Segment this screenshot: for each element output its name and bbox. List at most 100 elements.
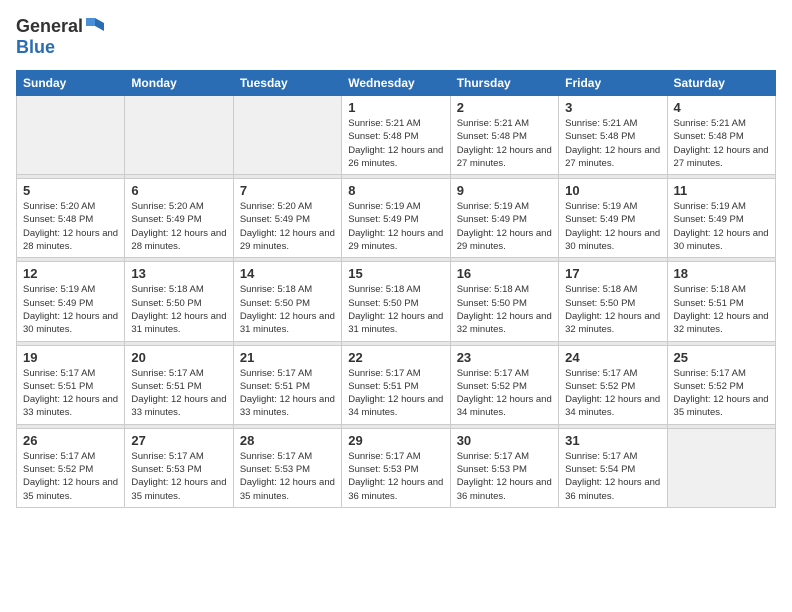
day-info: Sunrise: 5:17 AMSunset: 5:52 PMDaylight:… bbox=[457, 367, 552, 420]
calendar-cell: 26 Sunrise: 5:17 AMSunset: 5:52 PMDayligh… bbox=[17, 428, 125, 507]
day-number: 9 bbox=[457, 183, 552, 198]
calendar-cell: 21 Sunrise: 5:17 AMSunset: 5:51 PMDayligh… bbox=[233, 345, 341, 424]
day-info: Sunrise: 5:18 AMSunset: 5:50 PMDaylight:… bbox=[457, 283, 552, 336]
day-info: Sunrise: 5:17 AMSunset: 5:51 PMDaylight:… bbox=[348, 367, 443, 420]
day-number: 16 bbox=[457, 266, 552, 281]
calendar-cell: 7Sunrise: 5:20 AMSunset: 5:49 PMDaylight… bbox=[233, 179, 341, 258]
header-row: SundayMondayTuesdayWednesdayThursdayFrid… bbox=[17, 71, 776, 96]
header: General Blue bbox=[16, 16, 776, 58]
logo-blue-text: Blue bbox=[16, 37, 55, 58]
day-number: 27 bbox=[131, 433, 226, 448]
day-header-sunday: Sunday bbox=[17, 71, 125, 96]
day-number: 30 bbox=[457, 433, 552, 448]
calendar-cell: 2 Sunrise: 5:21 AMSunset: 5:48 PMDaylight… bbox=[450, 96, 558, 175]
day-info: Sunrise: 5:20 AMSunset: 5:49 PMDaylight:… bbox=[131, 200, 226, 253]
calendar-cell: 6Sunrise: 5:20 AMSunset: 5:49 PMDaylight… bbox=[125, 179, 233, 258]
day-header-thursday: Thursday bbox=[450, 71, 558, 96]
day-info: Sunrise: 5:17 AMSunset: 5:51 PMDaylight:… bbox=[240, 367, 335, 420]
calendar-cell: 1 Sunrise: 5:21 AMSunset: 5:48 PMDaylight… bbox=[342, 96, 450, 175]
calendar-cell: 4 Sunrise: 5:21 AMSunset: 5:48 PMDaylight… bbox=[667, 96, 775, 175]
calendar-cell: 28Sunrise: 5:17 AMSunset: 5:53 PMDayligh… bbox=[233, 428, 341, 507]
calendar-cell: 23 Sunrise: 5:17 AMSunset: 5:52 PMDayligh… bbox=[450, 345, 558, 424]
calendar-cell: 17 Sunrise: 5:18 AMSunset: 5:50 PMDayligh… bbox=[559, 262, 667, 341]
day-number: 1 bbox=[348, 100, 443, 115]
day-info: Sunrise: 5:21 AMSunset: 5:48 PMDaylight:… bbox=[457, 117, 552, 170]
calendar-page: General Blue SundayMondayTuesdayWednesda… bbox=[0, 0, 792, 612]
day-info: Sunrise: 5:17 AMSunset: 5:53 PMDaylight:… bbox=[348, 450, 443, 503]
day-info: Sunrise: 5:17 AMSunset: 5:52 PMDaylight:… bbox=[23, 450, 118, 503]
day-info: Sunrise: 5:19 AMSunset: 5:49 PMDaylight:… bbox=[565, 200, 660, 253]
calendar-cell: 29 Sunrise: 5:17 AMSunset: 5:53 PMDayligh… bbox=[342, 428, 450, 507]
calendar-cell: 20 Sunrise: 5:17 AMSunset: 5:51 PMDayligh… bbox=[125, 345, 233, 424]
day-info: Sunrise: 5:17 AMSunset: 5:53 PMDaylight:… bbox=[131, 450, 226, 503]
day-info: Sunrise: 5:20 AMSunset: 5:48 PMDaylight:… bbox=[23, 200, 118, 253]
day-number: 11 bbox=[674, 183, 769, 198]
day-header-tuesday: Tuesday bbox=[233, 71, 341, 96]
day-header-wednesday: Wednesday bbox=[342, 71, 450, 96]
logo-flag-icon bbox=[85, 17, 105, 37]
week-row-1: 1 Sunrise: 5:21 AMSunset: 5:48 PMDaylight… bbox=[17, 96, 776, 175]
calendar-cell: 31 Sunrise: 5:17 AMSunset: 5:54 PMDayligh… bbox=[559, 428, 667, 507]
calendar-cell: 11 Sunrise: 5:19 AMSunset: 5:49 PMDayligh… bbox=[667, 179, 775, 258]
day-info: Sunrise: 5:18 AMSunset: 5:50 PMDaylight:… bbox=[565, 283, 660, 336]
week-row-5: 26 Sunrise: 5:17 AMSunset: 5:52 PMDayligh… bbox=[17, 428, 776, 507]
week-row-4: 19Sunrise: 5:17 AMSunset: 5:51 PMDayligh… bbox=[17, 345, 776, 424]
day-info: Sunrise: 5:17 AMSunset: 5:54 PMDaylight:… bbox=[565, 450, 660, 503]
day-number: 29 bbox=[348, 433, 443, 448]
calendar-cell: 27 Sunrise: 5:17 AMSunset: 5:53 PMDayligh… bbox=[125, 428, 233, 507]
day-number: 3 bbox=[565, 100, 660, 115]
calendar-cell: 18Sunrise: 5:18 AMSunset: 5:51 PMDayligh… bbox=[667, 262, 775, 341]
calendar-cell: 19Sunrise: 5:17 AMSunset: 5:51 PMDayligh… bbox=[17, 345, 125, 424]
day-number: 13 bbox=[131, 266, 226, 281]
calendar-cell: 14Sunrise: 5:18 AMSunset: 5:50 PMDayligh… bbox=[233, 262, 341, 341]
day-info: Sunrise: 5:19 AMSunset: 5:49 PMDaylight:… bbox=[457, 200, 552, 253]
day-info: Sunrise: 5:19 AMSunset: 5:49 PMDaylight:… bbox=[23, 283, 118, 336]
day-info: Sunrise: 5:17 AMSunset: 5:52 PMDaylight:… bbox=[565, 367, 660, 420]
day-number: 4 bbox=[674, 100, 769, 115]
day-number: 5 bbox=[23, 183, 118, 198]
calendar-cell: 22Sunrise: 5:17 AMSunset: 5:51 PMDayligh… bbox=[342, 345, 450, 424]
day-number: 20 bbox=[131, 350, 226, 365]
calendar-cell: 15 Sunrise: 5:18 AMSunset: 5:50 PMDayligh… bbox=[342, 262, 450, 341]
day-number: 31 bbox=[565, 433, 660, 448]
calendar-cell: 12 Sunrise: 5:19 AMSunset: 5:49 PMDayligh… bbox=[17, 262, 125, 341]
week-row-2: 5 Sunrise: 5:20 AMSunset: 5:48 PMDaylight… bbox=[17, 179, 776, 258]
day-info: Sunrise: 5:18 AMSunset: 5:50 PMDaylight:… bbox=[348, 283, 443, 336]
day-number: 21 bbox=[240, 350, 335, 365]
day-number: 15 bbox=[348, 266, 443, 281]
calendar-cell: 30 Sunrise: 5:17 AMSunset: 5:53 PMDayligh… bbox=[450, 428, 558, 507]
day-info: Sunrise: 5:18 AMSunset: 5:51 PMDaylight:… bbox=[674, 283, 769, 336]
day-number: 10 bbox=[565, 183, 660, 198]
day-number: 26 bbox=[23, 433, 118, 448]
week-row-3: 12 Sunrise: 5:19 AMSunset: 5:49 PMDayligh… bbox=[17, 262, 776, 341]
calendar-cell: 13Sunrise: 5:18 AMSunset: 5:50 PMDayligh… bbox=[125, 262, 233, 341]
day-info: Sunrise: 5:17 AMSunset: 5:51 PMDaylight:… bbox=[23, 367, 118, 420]
day-info: Sunrise: 5:19 AMSunset: 5:49 PMDaylight:… bbox=[674, 200, 769, 253]
day-info: Sunrise: 5:18 AMSunset: 5:50 PMDaylight:… bbox=[240, 283, 335, 336]
calendar-cell bbox=[667, 428, 775, 507]
calendar-cell: 24 Sunrise: 5:17 AMSunset: 5:52 PMDayligh… bbox=[559, 345, 667, 424]
logo-general-text: General bbox=[16, 16, 83, 37]
calendar-cell: 10 Sunrise: 5:19 AMSunset: 5:49 PMDayligh… bbox=[559, 179, 667, 258]
day-info: Sunrise: 5:21 AMSunset: 5:48 PMDaylight:… bbox=[674, 117, 769, 170]
day-header-saturday: Saturday bbox=[667, 71, 775, 96]
day-info: Sunrise: 5:19 AMSunset: 5:49 PMDaylight:… bbox=[348, 200, 443, 253]
day-number: 8 bbox=[348, 183, 443, 198]
day-header-monday: Monday bbox=[125, 71, 233, 96]
day-number: 7 bbox=[240, 183, 335, 198]
calendar-cell: 25Sunrise: 5:17 AMSunset: 5:52 PMDayligh… bbox=[667, 345, 775, 424]
day-number: 24 bbox=[565, 350, 660, 365]
day-number: 12 bbox=[23, 266, 118, 281]
logo: General Blue bbox=[16, 16, 105, 58]
calendar-cell: 9 Sunrise: 5:19 AMSunset: 5:49 PMDaylight… bbox=[450, 179, 558, 258]
day-number: 2 bbox=[457, 100, 552, 115]
day-info: Sunrise: 5:17 AMSunset: 5:51 PMDaylight:… bbox=[131, 367, 226, 420]
day-info: Sunrise: 5:17 AMSunset: 5:53 PMDaylight:… bbox=[457, 450, 552, 503]
calendar-cell bbox=[17, 96, 125, 175]
calendar-table: SundayMondayTuesdayWednesdayThursdayFrid… bbox=[16, 70, 776, 508]
calendar-cell: 8 Sunrise: 5:19 AMSunset: 5:49 PMDaylight… bbox=[342, 179, 450, 258]
day-info: Sunrise: 5:17 AMSunset: 5:53 PMDaylight:… bbox=[240, 450, 335, 503]
day-number: 23 bbox=[457, 350, 552, 365]
day-info: Sunrise: 5:21 AMSunset: 5:48 PMDaylight:… bbox=[348, 117, 443, 170]
day-number: 17 bbox=[565, 266, 660, 281]
